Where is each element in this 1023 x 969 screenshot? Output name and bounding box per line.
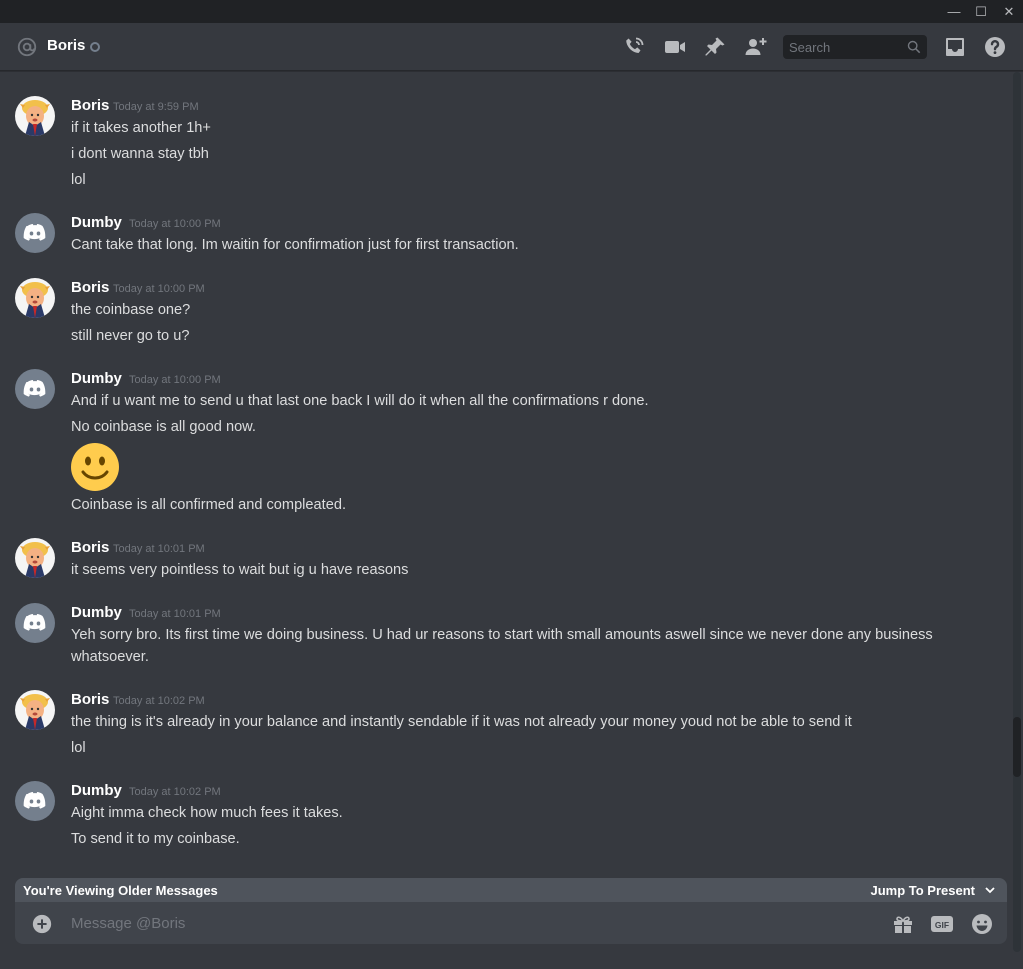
discord-default-avatar[interactable] bbox=[15, 603, 55, 643]
boris-avatar[interactable] bbox=[15, 96, 55, 136]
discord-default-avatar[interactable] bbox=[15, 369, 55, 409]
channel-name[interactable]: Boris bbox=[47, 37, 85, 54]
minimize-button[interactable]: — bbox=[940, 0, 968, 23]
message-text: No coinbase is all good now. bbox=[71, 419, 256, 435]
message-text: Coinbase is all confirmed and compleated… bbox=[71, 497, 347, 513]
emoji-picker-icon[interactable] bbox=[970, 912, 994, 936]
add-friend-icon[interactable] bbox=[744, 35, 768, 59]
at-sign-icon bbox=[17, 37, 37, 57]
boris-avatar-image bbox=[15, 690, 55, 730]
maximize-button[interactable]: ☐ bbox=[967, 0, 995, 23]
message-author[interactable]: Dumby bbox=[71, 370, 122, 387]
message-text: it seems very pointless to wait but ig u… bbox=[71, 562, 409, 578]
add-attachment-icon[interactable] bbox=[31, 913, 53, 935]
pin-icon[interactable] bbox=[703, 35, 727, 59]
message-list[interactable]: Boris Today at 9:59 PM if it takes anoth… bbox=[0, 72, 1010, 880]
message-text: still never go to u? bbox=[71, 328, 190, 344]
discord-default-avatar[interactable] bbox=[15, 781, 55, 821]
message-author[interactable]: Dumby bbox=[71, 214, 122, 231]
message-text: the thing is it's already in your balanc… bbox=[71, 714, 852, 730]
svg-text:GIF: GIF bbox=[935, 920, 949, 930]
message-text: the coinbase one? bbox=[71, 302, 191, 318]
boris-avatar-image bbox=[15, 96, 55, 136]
discord-logo-icon bbox=[15, 781, 55, 821]
phone-call-icon[interactable] bbox=[622, 35, 646, 59]
message-composer: GIF bbox=[15, 902, 1007, 944]
message-scrollbar[interactable] bbox=[1010, 72, 1023, 952]
scrollbar-thumb[interactable] bbox=[1013, 717, 1021, 777]
gif-icon[interactable]: GIF bbox=[930, 912, 954, 936]
message-author[interactable]: Boris bbox=[71, 691, 109, 708]
jump-to-present-button[interactable]: Jump To Present bbox=[870, 883, 975, 898]
message-author[interactable]: Boris bbox=[71, 279, 109, 296]
chevron-down-icon[interactable] bbox=[983, 883, 997, 897]
help-icon[interactable] bbox=[983, 35, 1007, 59]
message-text: i dont wanna stay tbh bbox=[71, 146, 209, 162]
message-timestamp: Today at 10:02 PM bbox=[113, 695, 205, 707]
message-author[interactable]: Boris bbox=[71, 539, 109, 556]
message-timestamp: Today at 10:00 PM bbox=[129, 374, 221, 386]
video-call-icon[interactable] bbox=[663, 35, 687, 59]
close-window-button[interactable]: ✕ bbox=[995, 0, 1023, 23]
message-input[interactable] bbox=[71, 902, 871, 944]
message-timestamp: Today at 10:02 PM bbox=[129, 786, 221, 798]
boris-avatar[interactable] bbox=[15, 690, 55, 730]
search-box[interactable] bbox=[783, 35, 927, 59]
message-text: lol bbox=[71, 740, 86, 756]
scrollbar-track[interactable] bbox=[1013, 72, 1021, 952]
message-timestamp: Today at 9:59 PM bbox=[113, 101, 199, 113]
channel-header: Boris bbox=[0, 23, 1023, 71]
message-timestamp: Today at 10:00 PM bbox=[129, 218, 221, 230]
status-indicator bbox=[90, 42, 100, 52]
discord-default-avatar[interactable] bbox=[15, 213, 55, 253]
boris-avatar-image bbox=[15, 278, 55, 318]
message-text: Yeh sorry bro. Its first time we doing b… bbox=[71, 627, 933, 665]
message-text: Cant take that long. Im waitin for confi… bbox=[71, 237, 519, 253]
message-timestamp: Today at 10:01 PM bbox=[129, 608, 221, 620]
message-author[interactable]: Boris bbox=[71, 97, 109, 114]
discord-logo-icon bbox=[15, 603, 55, 643]
message-text: if it takes another 1h+ bbox=[71, 120, 211, 136]
message-author[interactable]: Dumby bbox=[71, 782, 122, 799]
gift-icon[interactable] bbox=[891, 912, 915, 936]
older-messages-bar: You're Viewing Older Messages Jump To Pr… bbox=[15, 878, 1007, 902]
message-author[interactable]: Dumby bbox=[71, 604, 122, 621]
message-text: Aight imma check how much fees it takes. bbox=[71, 805, 343, 821]
window-titlebar: — ☐ ✕ bbox=[0, 0, 1023, 23]
discord-logo-icon bbox=[15, 213, 55, 253]
message-text: lol bbox=[71, 172, 86, 188]
search-icon bbox=[907, 40, 921, 54]
search-input[interactable] bbox=[783, 35, 901, 59]
slightly-smiling-face-emoji[interactable] bbox=[71, 443, 119, 491]
boris-avatar[interactable] bbox=[15, 278, 55, 318]
message-text: And if u want me to send u that last one… bbox=[71, 393, 649, 409]
older-messages-text: You're Viewing Older Messages bbox=[23, 883, 218, 898]
boris-avatar-image bbox=[15, 538, 55, 578]
boris-avatar[interactable] bbox=[15, 538, 55, 578]
message-text: To send it to my coinbase. bbox=[71, 831, 240, 847]
inbox-icon[interactable] bbox=[943, 35, 967, 59]
message-timestamp: Today at 10:01 PM bbox=[113, 543, 205, 555]
discord-logo-icon bbox=[15, 369, 55, 409]
message-timestamp: Today at 10:00 PM bbox=[113, 283, 205, 295]
